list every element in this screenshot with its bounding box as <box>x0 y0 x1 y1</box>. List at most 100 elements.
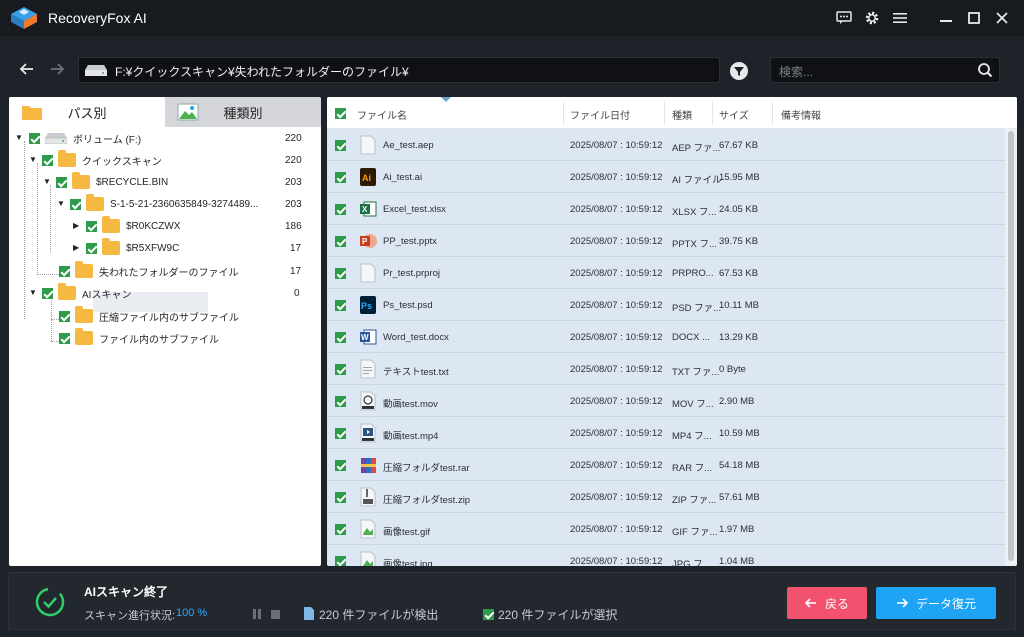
search-input[interactable]: 検索... <box>770 57 1000 83</box>
table-row[interactable]: 圧縮フォルダtest.rar 2025/08/07 : 10:59:12 RAR… <box>327 449 1005 481</box>
tree-node-r5xfw9c[interactable]: ▶ $R5XFW9C <box>73 237 179 259</box>
table-row[interactable]: 動画test.mov 2025/08/07 : 10:59:12 MOV フ..… <box>327 385 1005 417</box>
tree-checkbox[interactable] <box>86 220 97 232</box>
close-icon[interactable] <box>988 6 1016 30</box>
tree-node-sid-folder[interactable]: ▼ S-1-5-21-2360635849-3274489... <box>57 193 258 215</box>
expand-arrow-icon[interactable]: ▼ <box>43 178 51 186</box>
table-row[interactable]: Pr_test.prproj 2025/08/07 : 10:59:12 PRP… <box>327 257 1005 289</box>
tree-node-count: 186 <box>285 220 302 232</box>
row-checkbox[interactable] <box>335 300 346 311</box>
file-size: 1.04 MB <box>719 556 755 566</box>
zip-file-icon <box>360 487 376 507</box>
file-name: Excel_test.xlsx <box>383 204 446 215</box>
tree-node-volume[interactable]: ▼ ボリューム (F:) <box>15 127 141 149</box>
table-row[interactable]: 画像test.gif 2025/08/07 : 10:59:12 GIF ファ.… <box>327 513 1005 545</box>
gear-icon[interactable] <box>858 6 886 30</box>
tree-node-quick-scan[interactable]: ▼ クイックスキャン <box>29 149 162 171</box>
row-checkbox[interactable] <box>335 556 346 566</box>
select-all-checkbox[interactable] <box>335 108 346 119</box>
back-button[interactable]: 戻る <box>787 587 867 619</box>
file-date: 2025/08/07 : 10:59:12 <box>570 396 663 407</box>
expand-arrow-icon[interactable]: ▼ <box>29 156 37 164</box>
expand-arrow-icon[interactable]: ▼ <box>57 200 65 208</box>
tree-checkbox[interactable] <box>86 242 97 254</box>
table-row[interactable]: X Excel_test.xlsx 2025/08/07 : 10:59:12 … <box>327 193 1005 225</box>
maximize-icon[interactable] <box>960 6 988 30</box>
expand-arrow-icon[interactable]: ▼ <box>15 134 23 142</box>
row-checkbox[interactable] <box>335 364 346 375</box>
file-date: 2025/08/07 : 10:59:12 <box>570 268 663 279</box>
scan-complete-check-icon <box>35 587 65 617</box>
tree-node-count: 203 <box>285 198 302 210</box>
table-row[interactable]: Ai Ai_test.ai 2025/08/07 : 10:59:12 AI フ… <box>327 161 1005 193</box>
search-icon[interactable] <box>977 62 993 78</box>
file-date: 2025/08/07 : 10:59:12 <box>570 172 663 183</box>
tree-checkbox[interactable] <box>56 176 67 188</box>
file-type: MOV フ... <box>672 399 714 410</box>
column-header-name[interactable]: ファイル名 <box>357 107 407 122</box>
row-checkbox[interactable] <box>335 396 346 407</box>
menu-icon[interactable] <box>886 6 914 30</box>
tree-checkbox[interactable] <box>42 154 53 166</box>
minimize-icon[interactable] <box>932 6 960 30</box>
feedback-icon[interactable] <box>830 6 858 30</box>
drive-icon <box>45 132 67 144</box>
row-checkbox[interactable] <box>335 268 346 279</box>
tree-node-recycle-bin[interactable]: ▼ $RECYCLE.BIN <box>43 171 168 193</box>
pr-file-icon <box>360 263 376 283</box>
row-checkbox[interactable] <box>335 332 346 343</box>
row-checkbox[interactable] <box>335 172 346 183</box>
expand-arrow-icon[interactable]: ▶ <box>73 244 81 252</box>
file-size: 13.29 KB <box>719 332 759 343</box>
table-row[interactable]: 画像test.jpg 2025/08/07 : 10:59:12 JPG フ..… <box>327 545 1005 566</box>
table-row[interactable]: W Word_test.docx 2025/08/07 : 10:59:12 D… <box>327 321 1005 353</box>
tree-checkbox[interactable] <box>59 332 70 344</box>
file-type: TXT ファ... <box>672 367 720 378</box>
tree-node-archive-subfiles[interactable]: 圧縮ファイル内のサブファイル <box>59 305 239 327</box>
tree-checkbox[interactable] <box>70 198 81 210</box>
tree-node-file-subfiles[interactable]: ファイル内のサブファイル <box>59 327 219 349</box>
filter-icon[interactable] <box>730 62 748 80</box>
row-checkbox[interactable] <box>335 460 346 471</box>
scrollbar-thumb[interactable] <box>1008 131 1014 561</box>
recover-button[interactable]: データ復元 <box>876 587 996 619</box>
row-checkbox[interactable] <box>335 236 346 247</box>
table-row[interactable]: 圧縮フォルダtest.zip 2025/08/07 : 10:59:12 ZIP… <box>327 481 1005 513</box>
tree-checkbox[interactable] <box>59 265 70 277</box>
tree-node-lost-folder[interactable]: 失われたフォルダーのファイル <box>59 260 239 282</box>
tree-checkbox[interactable] <box>29 132 40 144</box>
row-checkbox[interactable] <box>335 140 346 151</box>
expand-arrow-icon[interactable]: ▼ <box>29 289 37 297</box>
table-row[interactable]: 動画test.mp4 2025/08/07 : 10:59:12 MP4 フ..… <box>327 417 1005 449</box>
table-row[interactable]: Ae_test.aep 2025/08/07 : 10:59:12 AEP ファ… <box>327 129 1005 161</box>
tree-checkbox[interactable] <box>42 287 53 299</box>
file-date: 2025/08/07 : 10:59:12 <box>570 140 663 151</box>
title-bar: RecoveryFox AI <box>0 0 1024 36</box>
path-bar[interactable]: F:¥クイックスキャン¥失われたフォルダーのファイル¥ <box>78 57 720 83</box>
tree-checkbox[interactable] <box>59 310 70 322</box>
table-row[interactable]: Ps Ps_test.psd 2025/08/07 : 10:59:12 PSD… <box>327 289 1005 321</box>
column-header-type[interactable]: 種類 <box>672 107 692 122</box>
row-checkbox[interactable] <box>335 524 346 535</box>
tab-path[interactable]: パス別 <box>9 97 165 127</box>
ai-file-icon: Ai <box>360 168 376 186</box>
pause-icon[interactable] <box>252 609 262 619</box>
column-header-date[interactable]: ファイル日付 <box>570 107 630 122</box>
column-header-note[interactable]: 備考情報 <box>781 107 821 122</box>
tree-node-label: 失われたフォルダーのファイル <box>99 267 239 279</box>
row-checkbox[interactable] <box>335 204 346 215</box>
column-header-size[interactable]: サイズ <box>719 107 749 122</box>
tab-type[interactable]: 種類別 <box>165 97 321 127</box>
tree-node-r0kczwx[interactable]: ▶ $R0KCZWX <box>73 215 180 237</box>
row-checkbox[interactable] <box>335 492 346 503</box>
tree-node-ai-scan[interactable]: ▼ AIスキャン <box>29 282 131 304</box>
expand-arrow-icon[interactable]: ▶ <box>73 222 81 230</box>
vertical-scrollbar[interactable] <box>1005 129 1017 566</box>
stop-icon[interactable] <box>271 610 280 619</box>
forward-arrow-icon[interactable] <box>48 60 66 78</box>
table-row[interactable]: P PP_test.pptx 2025/08/07 : 10:59:12 PPT… <box>327 225 1005 257</box>
back-arrow-icon[interactable] <box>18 60 36 78</box>
row-checkbox[interactable] <box>335 428 346 439</box>
sort-caret-icon[interactable] <box>441 97 451 102</box>
table-row[interactable]: テキストtest.txt 2025/08/07 : 10:59:12 TXT フ… <box>327 353 1005 385</box>
